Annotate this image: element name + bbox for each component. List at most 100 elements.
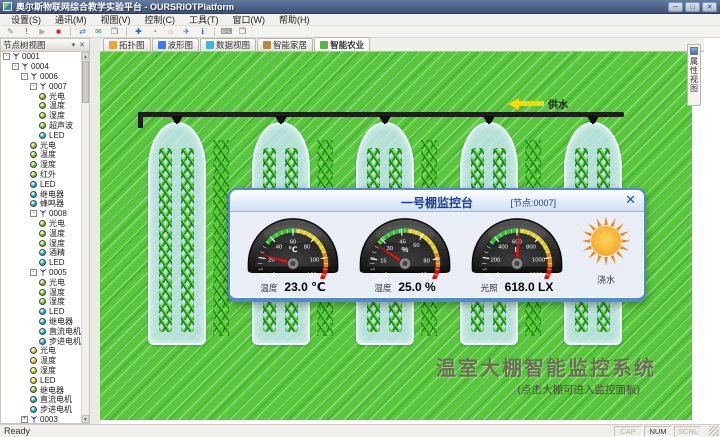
sensor-bulb-icon	[30, 386, 37, 393]
tree-item-1-node-0004[interactable]: - 0004	[1, 62, 81, 72]
tab-smarthome[interactable]: 智能家居	[257, 38, 313, 51]
tree-scrollbar[interactable]: ▲ ▼	[81, 52, 89, 423]
home-icon[interactable]: ⌂	[164, 26, 177, 37]
toolbar-separator	[70, 27, 71, 36]
scroll-down-icon[interactable]: ▼	[82, 415, 89, 423]
menu-item-3[interactable]: 控制(C)	[138, 13, 183, 26]
resize-grip[interactable]	[709, 426, 719, 436]
menu-item-5[interactable]: 窗口(W)	[226, 13, 273, 26]
dialog-header[interactable]: 一号棚监控台 [节点:0007] ✕	[230, 190, 644, 212]
tree-item-label: 0004	[31, 62, 49, 71]
status-bar: Ready CAPNUMSCRL	[0, 424, 720, 437]
expander-icon[interactable]: +	[21, 416, 28, 423]
info-icon[interactable]: ℹ	[196, 26, 209, 37]
panel-splitter[interactable]	[90, 38, 100, 424]
stop-icon[interactable]: ■	[52, 26, 65, 37]
expander-icon[interactable]: -	[30, 83, 37, 90]
tree-item-22-node-0005[interactable]: -0005	[1, 268, 81, 278]
tab-agriculture[interactable]: 智能农业	[314, 37, 370, 51]
dialog-close-icon[interactable]: ✕	[625, 193, 636, 207]
tab-topology[interactable]: 拓扑图	[103, 38, 151, 51]
svg-text:120: 120	[307, 272, 317, 278]
tree-item-7-leaf[interactable]: 超声波	[1, 121, 81, 131]
play-icon[interactable]: ▶	[36, 26, 49, 37]
tree-item-label: 超声波	[49, 120, 73, 131]
scroll-up-icon[interactable]: ▲	[82, 52, 89, 60]
tree-item-18-leaf[interactable]: 温度	[1, 228, 81, 238]
tab-dataview[interactable]: 数据视图	[200, 38, 256, 51]
menu-item-4[interactable]: 工具(T)	[182, 13, 226, 26]
clock-icon[interactable]: ◔	[148, 26, 161, 37]
tree-item-23-leaf[interactable]: 光电	[1, 277, 81, 287]
svg-text:80: 80	[423, 258, 429, 264]
dialog-body: 020406080100120℃温度23.0 ℃ 0153045608095%湿…	[230, 212, 644, 294]
greenhouse-field[interactable]: 供水 温室大棚智能监控系统 (点击大棚可进入监控面板) 一号棚监控台 [节点:0…	[100, 52, 692, 420]
pin-icon[interactable]: ▾	[70, 41, 78, 49]
split-window-icon[interactable]: ⇄	[76, 26, 89, 37]
tree-item-5-leaf[interactable]: 温度	[1, 101, 81, 111]
watering-control[interactable]: 浇水	[578, 215, 634, 286]
expander-icon[interactable]: -	[21, 73, 28, 80]
svg-text:60: 60	[413, 243, 419, 249]
tree-item-16-node-0008[interactable]: -0008	[1, 209, 81, 219]
lightning-icon[interactable]: !	[20, 26, 33, 37]
sensor-bulb-icon	[39, 328, 46, 335]
greenhouse-tunnel-1[interactable]	[148, 122, 206, 345]
sun-icon[interactable]	[582, 217, 630, 270]
maximize-button[interactable]: □	[685, 2, 700, 12]
gauge-value: 23.0 ℃	[284, 280, 325, 294]
tree-item-15-leaf[interactable]: 蜂鸣器	[1, 199, 81, 209]
expander-icon[interactable]: -	[30, 269, 37, 276]
scroll-thumb[interactable]	[82, 61, 89, 103]
menu-item-0[interactable]: 设置(S)	[4, 13, 48, 26]
tab-waveform[interactable]: 波形图	[152, 38, 200, 51]
node-tree-panel: 节点树视图 ▾ ✕ -0001-0004-0006-0007光电温度湿度超声波L…	[0, 38, 90, 424]
dialog-title: 一号棚监控台	[230, 194, 644, 211]
exit-icon[interactable]: ❐	[236, 26, 249, 37]
svg-text:1200: 1200	[529, 272, 542, 278]
tree-item-37-node-0003[interactable]: +0003	[1, 414, 81, 423]
expander-icon[interactable]: -	[3, 53, 10, 60]
tree-item-25-leaf[interactable]: 湿度	[1, 297, 81, 307]
tree-item-20-leaf[interactable]: 酒精	[1, 248, 81, 258]
menu-item-6[interactable]: 帮助(H)	[272, 13, 317, 26]
expander-icon[interactable]: -	[12, 63, 19, 70]
close-button[interactable]: ✕	[702, 2, 717, 12]
sensor-bulb-icon	[30, 396, 37, 403]
anchor-icon[interactable]: ✚	[132, 26, 145, 37]
sensor-bulb-icon	[30, 142, 37, 149]
title-bar[interactable]: 奥尔斯物联网综合教学实验平台 - OURSRIOTPlatform ─ □ ✕	[0, 0, 720, 14]
tree-item-36-leaf[interactable]: 步进电机	[1, 405, 81, 415]
watering-label: 浇水	[597, 273, 615, 286]
menu-item-2[interactable]: 视图(V)	[94, 13, 138, 26]
tree-item-label: 0003	[40, 415, 58, 423]
status-toggle-num: NUM	[644, 426, 672, 437]
dialog-node-tag: [节点:0007]	[510, 196, 556, 209]
keyboard-icon[interactable]: ⌨	[220, 26, 233, 37]
tree-item-17-leaf[interactable]: 光电	[1, 219, 81, 229]
tree-item-19-leaf[interactable]: 湿度	[1, 238, 81, 248]
workspace: 节点树视图 ▾ ✕ -0001-0004-0006-0007光电温度湿度超声波L…	[0, 38, 720, 424]
expander-icon[interactable]: -	[30, 210, 37, 217]
tree-item-label: LED	[40, 376, 56, 385]
tree-item-32-leaf[interactable]: 湿度	[1, 366, 81, 376]
tree-item-2-node-0006[interactable]: -0006	[1, 72, 81, 82]
plane-icon[interactable]: ✈	[180, 26, 193, 37]
minimize-button[interactable]: ─	[668, 2, 683, 12]
tree-item-24-leaf[interactable]: 温度	[1, 287, 81, 297]
window-icon[interactable]: ❒	[108, 26, 121, 37]
tree-item-4-leaf[interactable]: 光电	[1, 91, 81, 101]
tree-item-label: 步进电机	[40, 404, 72, 415]
tree-item-label: 酒精	[49, 247, 65, 258]
tree-item-3-node-0007[interactable]: -0007	[1, 81, 81, 91]
mail-icon[interactable]: ✉	[92, 26, 105, 37]
menu-item-1[interactable]: 通讯(M)	[48, 13, 94, 26]
panel-close-icon[interactable]: ✕	[77, 41, 87, 49]
tree-item-0-node-0001[interactable]: -0001	[1, 52, 81, 62]
tree-item-label: 红外	[40, 169, 56, 180]
edit-icon[interactable]: ✎	[4, 26, 17, 37]
side-tab-properties[interactable]: 属性视图	[687, 44, 701, 106]
tree-item-21-leaf[interactable]: LED	[1, 258, 81, 268]
sensor-bulb-icon	[39, 93, 46, 100]
tree-item-12-leaf[interactable]: 红外	[1, 170, 81, 180]
